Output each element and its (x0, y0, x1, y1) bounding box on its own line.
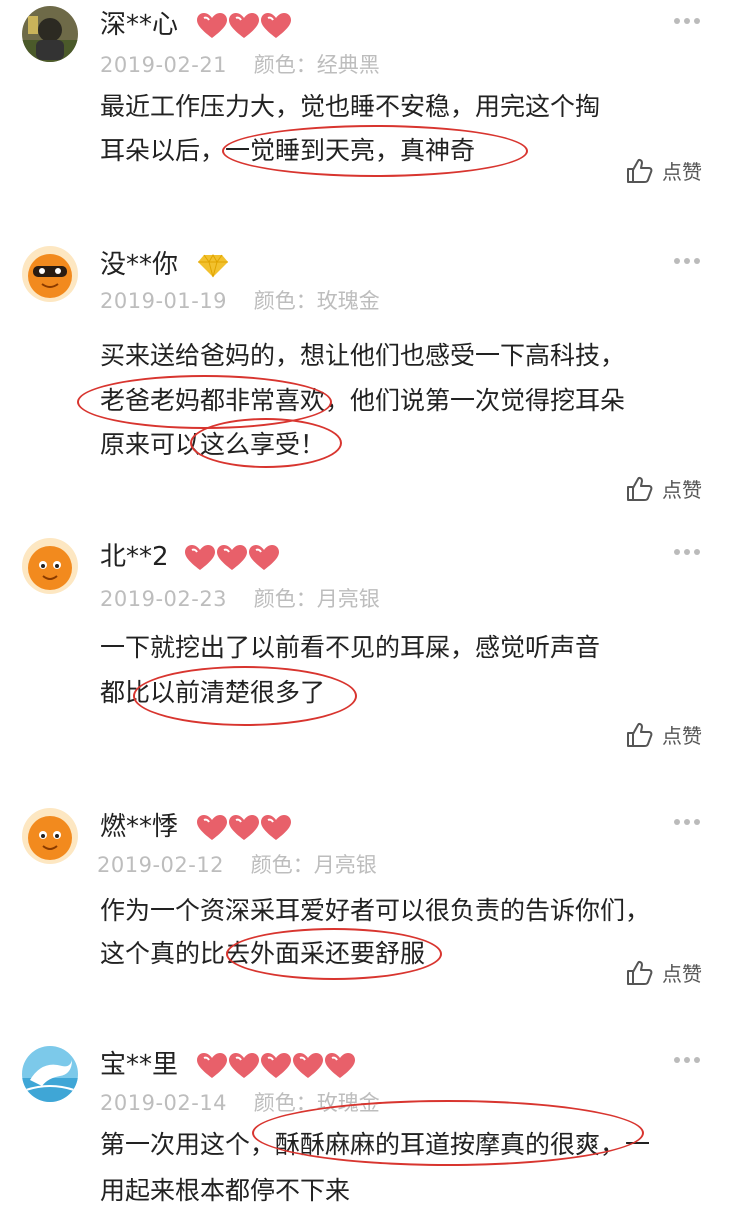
review-text-line: 老爸老妈都非常喜欢，他们说第一次觉得挖耳朵 (100, 386, 626, 415)
review-date: 2019-02-23 (100, 587, 228, 611)
avatar-image (22, 6, 78, 62)
username: 宝**里 (100, 1050, 179, 1080)
review-date: 2019-02-12 (97, 853, 225, 877)
heart-icon (216, 544, 248, 572)
review-meta: 2019-02-21 颜色：经典黑 (100, 52, 380, 78)
username: 燃**悸 (100, 812, 179, 842)
heart-icon (260, 12, 292, 40)
username: 深**心 (100, 10, 179, 40)
thumbs-up-icon (626, 476, 654, 502)
more-options-icon[interactable] (674, 1056, 700, 1064)
color-value: 月亮银 (316, 587, 380, 611)
color-label: 颜色： (250, 853, 314, 877)
heart-icon (196, 12, 228, 40)
like-button[interactable]: 点赞 (626, 474, 702, 503)
avatar-image (22, 538, 78, 594)
heart-icon (228, 814, 260, 842)
heart-icon (292, 1052, 324, 1080)
username: 没**你 (100, 250, 179, 280)
like-label: 点赞 (662, 478, 702, 502)
more-options-icon[interactable] (674, 548, 700, 556)
review-text-line: 耳朵以后，一觉睡到天亮，真神奇 (100, 136, 476, 165)
more-options-icon[interactable] (674, 257, 700, 265)
heart-icon (260, 1052, 292, 1080)
avatar[interactable] (22, 1046, 78, 1102)
thumbs-up-icon (626, 722, 654, 748)
review-text-line: 第一次用这个，酥酥麻麻的耳道按摩真的很爽，一 (100, 1130, 651, 1159)
color-value: 玫瑰金 (316, 1091, 380, 1115)
review-date: 2019-01-19 (100, 289, 228, 313)
username: 北**2 (100, 542, 169, 572)
avatar[interactable] (22, 246, 78, 302)
review-meta: 2019-02-12 颜色：月亮银 (97, 852, 377, 878)
thumbs-up-icon (626, 158, 654, 184)
heart-icon (248, 544, 280, 572)
color-value: 月亮银 (313, 853, 377, 877)
review-text-line: 都比以前清楚很多了 (100, 678, 326, 707)
review-meta: 2019-02-23 颜色：月亮银 (100, 586, 380, 612)
rating-hearts (196, 12, 292, 40)
review-meta: 2019-01-19 颜色：玫瑰金 (100, 288, 380, 314)
avatar[interactable] (22, 808, 78, 864)
color-value: 玫瑰金 (316, 289, 380, 313)
more-options-icon[interactable] (674, 818, 700, 826)
heart-icon (324, 1052, 356, 1080)
review-meta: 2019-02-14 颜色：玫瑰金 (100, 1090, 380, 1116)
avatar-image (22, 1046, 78, 1102)
heart-icon (260, 814, 292, 842)
avatar[interactable] (22, 538, 78, 594)
rating-diamond (196, 253, 230, 279)
review-date: 2019-02-21 (100, 53, 228, 77)
more-options-icon[interactable] (674, 17, 700, 25)
diamond-icon (196, 253, 230, 279)
avatar-image (22, 246, 78, 302)
like-label: 点赞 (662, 160, 702, 184)
heart-icon (196, 1052, 228, 1080)
rating-hearts (184, 544, 280, 572)
review-text-line: 一下就挖出了以前看不见的耳屎，感觉听声音 (100, 633, 601, 662)
like-button[interactable]: 点赞 (626, 156, 702, 185)
color-value: 经典黑 (316, 53, 380, 77)
review-text-line: 这个真的比去外面采还要舒服 (100, 939, 426, 968)
like-label: 点赞 (662, 962, 702, 986)
review-text-line: 买来送给爸妈的，想让他们也感受一下高科技， (100, 341, 626, 370)
review-text-line: 原来可以这么享受！ (100, 430, 326, 459)
color-label: 颜色： (253, 587, 317, 611)
color-label: 颜色： (253, 1091, 317, 1115)
heart-icon (228, 12, 260, 40)
rating-hearts (196, 814, 292, 842)
avatar[interactable] (22, 6, 78, 62)
rating-hearts (196, 1052, 356, 1080)
color-label: 颜色： (253, 53, 317, 77)
review-date: 2019-02-14 (100, 1091, 228, 1115)
color-label: 颜色： (253, 289, 317, 313)
like-button[interactable]: 点赞 (626, 958, 702, 987)
heart-icon (228, 1052, 260, 1080)
review-text-line: 最近工作压力大，觉也睡不安稳，用完这个掏 (100, 92, 601, 121)
like-button[interactable]: 点赞 (626, 720, 702, 749)
avatar-image (22, 808, 78, 864)
heart-icon (196, 814, 228, 842)
like-label: 点赞 (662, 724, 702, 748)
heart-icon (184, 544, 216, 572)
review-text-line: 作为一个资深采耳爱好者可以很负责的告诉你们， (100, 896, 651, 925)
review-text-line: 用起来根本都停不下来 (100, 1176, 351, 1205)
thumbs-up-icon (626, 960, 654, 986)
